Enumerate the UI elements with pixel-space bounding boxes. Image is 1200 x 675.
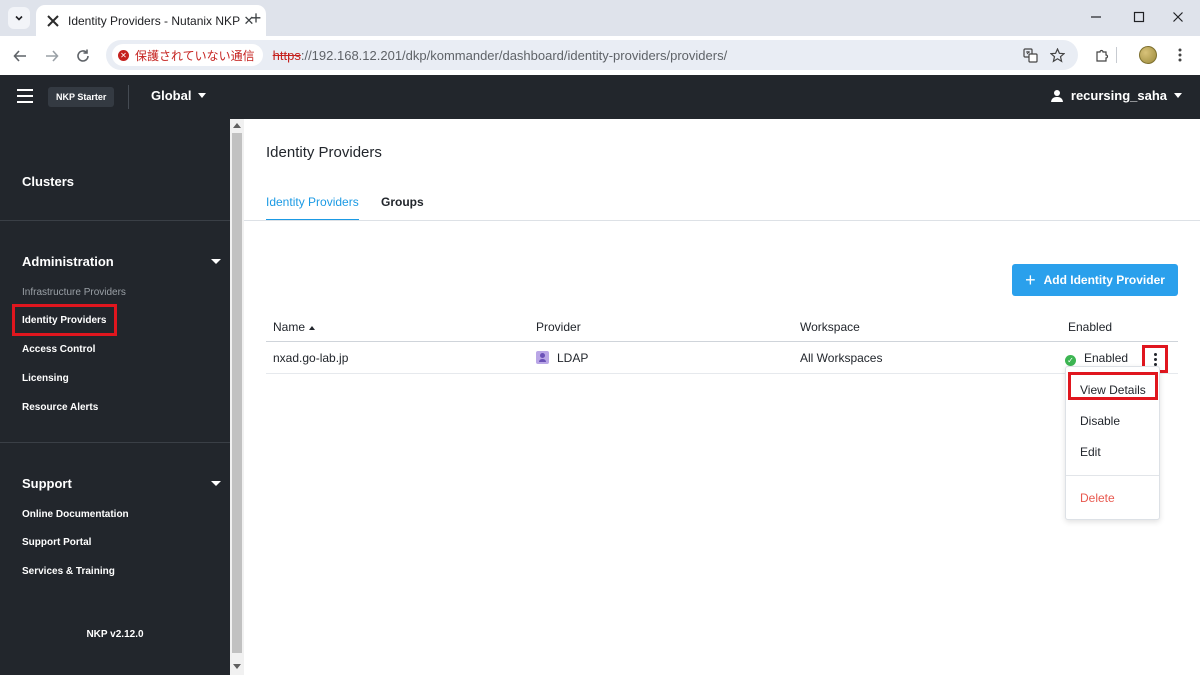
cell-name: nxad.go-lab.jp: [273, 351, 349, 365]
tabs-underline: [244, 220, 1200, 221]
tab-search-button[interactable]: [8, 7, 30, 29]
browser-tab-active[interactable]: Identity Providers - Nutanix NKP ✕: [36, 5, 266, 36]
bookmark-star-icon[interactable]: [1049, 47, 1065, 63]
user-menu[interactable]: recursing_saha: [1050, 88, 1182, 103]
scroll-up-arrow-icon[interactable]: [233, 123, 241, 128]
identity-providers-table: Name Provider Workspace Enabled nxad.go-…: [266, 311, 1178, 374]
security-label: 保護されていない通信: [135, 48, 255, 63]
url-text[interactable]: https://192.168.12.201/dkp/kommander/das…: [273, 48, 728, 63]
collapse-caret-icon[interactable]: [211, 481, 221, 486]
nutanix-favicon-icon: [46, 14, 60, 28]
tab-groups[interactable]: Groups: [381, 195, 424, 219]
sidebar-divider: [0, 220, 230, 221]
sidebar-section-support[interactable]: Support: [22, 476, 72, 491]
arrow-left-icon: [13, 50, 26, 62]
collapse-caret-icon[interactable]: [211, 259, 221, 264]
address-bar[interactable]: ✕ 保護されていない通信 https://192.168.12.201/dkp/…: [106, 40, 1078, 70]
annotation-highlight-box: [12, 304, 117, 336]
cell-enabled: ✓ Enabled: [1065, 351, 1128, 366]
browser-toolbar: ✕ 保護されていない通信 https://192.168.12.201/dkp/…: [0, 36, 1200, 75]
profile-avatar[interactable]: [1138, 45, 1158, 65]
column-header-provider: Provider: [536, 320, 581, 334]
version-label: NKP v2.12.0: [86, 629, 144, 640]
toolbar-divider: [1116, 47, 1117, 63]
sidebar-item-online-documentation[interactable]: Online Documentation: [22, 509, 129, 520]
ldap-provider-icon: [536, 351, 549, 364]
caret-down-icon: [1174, 93, 1182, 98]
sidebar-item-licensing[interactable]: Licensing: [22, 373, 69, 384]
topbar-divider: [128, 85, 129, 109]
arrow-right-icon: [46, 50, 59, 62]
url-scheme: https: [272, 47, 301, 63]
tab-title: Identity Providers - Nutanix NKP: [68, 13, 240, 28]
sidebar: Clusters Administration Infrastructure P…: [0, 119, 230, 675]
sidebar-divider: [0, 442, 230, 443]
scrollbar-thumb[interactable]: [232, 133, 242, 653]
scroll-down-arrow-icon[interactable]: [233, 664, 241, 669]
annotation-highlight-box: [1068, 372, 1158, 400]
add-identity-provider-button[interactable]: + Add Identity Provider: [1012, 264, 1178, 296]
user-icon: [1050, 89, 1063, 102]
workspace-selector-label: Global: [151, 88, 192, 103]
column-header-workspace: Workspace: [800, 320, 860, 334]
hamburger-menu-icon[interactable]: [17, 89, 33, 103]
sidebar-item-clusters[interactable]: Clusters: [22, 174, 74, 189]
column-header-enabled: Enabled: [1068, 320, 1113, 334]
profile-cookie-icon: [1139, 46, 1157, 64]
maximize-window-icon[interactable]: [1126, 6, 1152, 28]
reload-icon: [77, 49, 89, 62]
plus-icon: +: [1025, 270, 1036, 290]
cell-provider: LDAP: [536, 351, 588, 365]
caret-down-icon: [198, 93, 207, 98]
sidebar-section-administration[interactable]: Administration: [22, 254, 114, 269]
menu-item-edit[interactable]: Edit: [1080, 445, 1101, 459]
table-header: Name Provider Workspace Enabled: [266, 311, 1178, 342]
column-header-name[interactable]: Name: [273, 320, 316, 334]
main-content: Identity Providers Identity Providers Gr…: [244, 119, 1200, 675]
close-window-icon[interactable]: [1165, 6, 1191, 28]
reload-button[interactable]: [71, 44, 95, 68]
back-button[interactable]: [8, 44, 32, 68]
security-chip[interactable]: ✕ 保護されていない通信: [112, 44, 263, 66]
cell-provider-label: LDAP: [557, 351, 589, 365]
translate-icon[interactable]: [1022, 47, 1038, 63]
sort-ascending-icon: [309, 325, 316, 330]
menu-item-disable[interactable]: Disable: [1080, 414, 1120, 428]
extensions-puzzle-icon[interactable]: [1092, 45, 1112, 65]
table-row[interactable]: nxad.go-lab.jp LDAP All Workspaces ✓ Enab…: [266, 342, 1178, 374]
status-label: Enabled: [1084, 351, 1129, 365]
column-header-name-label: Name: [273, 320, 306, 334]
workspace-selector[interactable]: Global: [151, 88, 207, 103]
browser-tab-strip: Identity Providers - Nutanix NKP ✕ +: [0, 0, 1200, 36]
nkp-dashboard: NKP Starter Global recursing_saha Cluste…: [0, 75, 1200, 675]
forward-button[interactable]: [40, 44, 64, 68]
sidebar-item-resource-alerts[interactable]: Resource Alerts: [22, 402, 98, 413]
chevron-down-icon: [15, 15, 23, 21]
new-tab-button[interactable]: +: [246, 8, 266, 28]
sidebar-item-services-training[interactable]: Services & Training: [22, 566, 115, 577]
sidebar-item-infrastructure-providers[interactable]: Infrastructure Providers: [22, 287, 126, 298]
check-circle-icon: ✓: [1065, 355, 1076, 366]
sidebar-scrollbar[interactable]: [230, 119, 244, 675]
url-rest: ://192.168.12.201/dkp/kommander/dashboar…: [300, 47, 728, 63]
cell-workspace: All Workspaces: [800, 351, 883, 365]
sidebar-item-access-control[interactable]: Access Control: [22, 344, 95, 355]
menu-item-delete[interactable]: Delete: [1080, 491, 1115, 505]
page-title: Identity Providers: [266, 144, 382, 161]
tab-identity-providers[interactable]: Identity Providers: [266, 195, 359, 221]
browser-menu-icon[interactable]: [1170, 45, 1190, 65]
add-identity-provider-label: Add Identity Provider: [1043, 273, 1165, 287]
row-actions-menu: View Details Disable Edit Delete: [1065, 366, 1160, 520]
product-badge: NKP Starter: [48, 87, 115, 107]
user-name: recursing_saha: [1070, 88, 1167, 103]
app-topbar: NKP Starter Global recursing_saha: [0, 75, 1200, 119]
minimize-window-icon[interactable]: [1083, 6, 1109, 28]
menu-divider: [1066, 475, 1159, 476]
sidebar-item-support-portal[interactable]: Support Portal: [22, 537, 91, 548]
not-secure-icon: ✕: [118, 49, 129, 61]
